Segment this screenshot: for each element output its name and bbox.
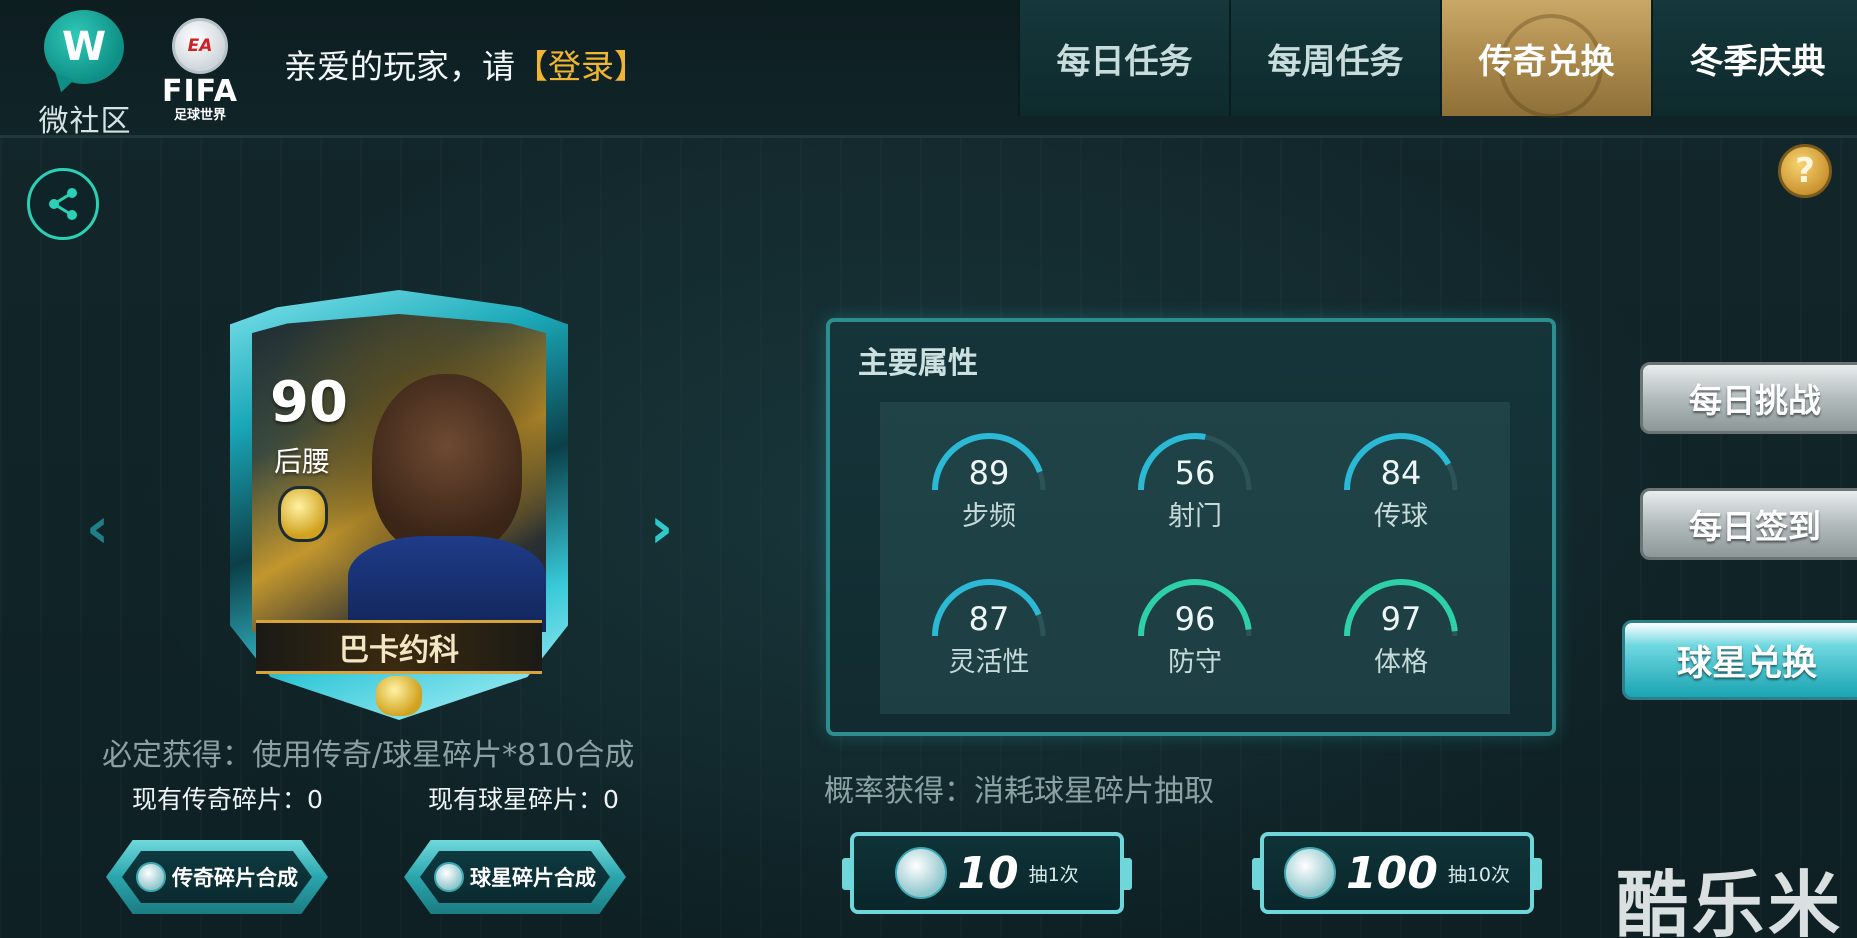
stat-shooting: 56 射门	[1120, 432, 1270, 542]
player-position: 后腰	[274, 445, 331, 478]
ea-sports-icon: EA	[172, 18, 228, 74]
stat-label: 灵活性	[948, 647, 1030, 678]
header-bar: W 微社区 EA FIFA 足球世界 亲爱的玩家，请【登录】 每日任务 每周任务…	[0, 0, 1857, 139]
legend-synthesize-button[interactable]: 传奇碎片合成	[106, 840, 328, 914]
share-icon	[49, 188, 77, 220]
club-badge-icon	[278, 486, 328, 542]
community-logo[interactable]: W 微社区	[30, 10, 140, 139]
probability-text: 概率获得：消耗球星碎片抽取	[824, 774, 1214, 809]
next-card-arrow-icon[interactable]: ›	[650, 496, 673, 561]
stat-defending: 96 防守	[1120, 578, 1270, 688]
player-name: 巴卡约科	[256, 620, 542, 674]
stat-label: 体格	[1374, 647, 1428, 678]
button-inner: 传奇碎片合成	[122, 851, 312, 903]
tab-weekly-tasks[interactable]: 每周任务	[1229, 0, 1440, 116]
tab-label: 每日任务	[1056, 41, 1193, 82]
stat-value: 84	[1380, 454, 1422, 492]
stat-passing: 84 传球	[1326, 432, 1476, 542]
login-link[interactable]: 【登录】	[515, 47, 647, 86]
tab-label: 每周任务	[1267, 41, 1404, 82]
stat-value: 87	[968, 600, 1010, 638]
share-button[interactable]	[27, 168, 99, 240]
watermark-logo: 酷乐米	[1616, 863, 1845, 938]
stat-label: 步频	[962, 501, 1016, 532]
stat-value: 89	[968, 454, 1010, 492]
attributes-title: 主要属性	[858, 346, 978, 381]
star-synthesize-button[interactable]: 球星碎片合成	[404, 840, 626, 914]
button-label: 传奇碎片合成	[172, 866, 298, 890]
stat-physical: 97 体格	[1326, 578, 1476, 688]
tab-label: 传奇兑换	[1478, 41, 1615, 82]
draw-cost: 10	[957, 847, 1019, 899]
stat-value: 96	[1174, 600, 1216, 638]
attributes-panel: 主要属性 89 步频 56 射门 84 传球 87 灵活性 96 防守 97 体…	[826, 318, 1556, 736]
main-tabs: 每日任务 每周任务 传奇兑换 冬季庆典	[1018, 0, 1857, 118]
daily-challenge-button[interactable]: 每日挑战	[1640, 362, 1857, 434]
fifa-title: FIFA	[162, 74, 238, 109]
star-exchange-button[interactable]: 球星兑换	[1622, 620, 1857, 700]
stat-value: 56	[1174, 454, 1216, 492]
legend-fragments-owned: 现有传奇碎片：0	[132, 785, 323, 814]
tab-label: 冬季庆典	[1689, 41, 1826, 82]
draw-once-button[interactable]: 10 抽1次	[842, 832, 1132, 914]
stat-label: 射门	[1168, 501, 1222, 532]
draw-times: 抽10次	[1447, 863, 1511, 886]
button-label: 球星碎片合成	[470, 866, 596, 890]
greeting: 亲爱的玩家，请【登录】	[284, 40, 647, 88]
star-fragment-icon	[1283, 847, 1336, 899]
star-fragment-icon	[895, 847, 948, 899]
tab-legend-exchange[interactable]: 传奇兑换	[1440, 0, 1651, 118]
help-icon[interactable]: ?	[1778, 144, 1832, 198]
community-label: 微社区	[38, 104, 132, 139]
community-icon: W	[44, 10, 124, 84]
fifa-logo: EA FIFA 足球世界	[160, 18, 240, 130]
tab-winter-festival[interactable]: 冬季庆典	[1651, 0, 1857, 116]
attributes-grid: 89 步频 56 射门 84 传球 87 灵活性 96 防守 97 体格	[880, 402, 1510, 714]
card-bottom-badge-icon	[376, 676, 422, 716]
draw-cost: 100	[1345, 847, 1438, 899]
tab-daily-tasks[interactable]: 每日任务	[1018, 0, 1229, 116]
stat-agility: 87 灵活性	[914, 578, 1064, 688]
stat-value: 97	[1380, 600, 1422, 638]
greeting-text: 亲爱的玩家，请	[284, 47, 515, 86]
fifa-subtitle: 足球世界	[173, 108, 226, 123]
button-inner: 球星碎片合成	[420, 851, 610, 903]
star-fragments-owned: 现有球星碎片：0	[428, 785, 619, 814]
prev-card-arrow-icon[interactable]: ‹	[86, 496, 109, 561]
fragment-ball-icon	[136, 862, 166, 892]
player-rating: 90	[270, 370, 348, 435]
stat-pace: 89 步频	[914, 432, 1064, 542]
stat-label: 防守	[1168, 647, 1222, 678]
player-portrait	[372, 374, 522, 554]
stat-label: 传球	[1374, 501, 1428, 532]
draw-ten-button[interactable]: 100 抽10次	[1252, 832, 1542, 914]
daily-signin-button[interactable]: 每日签到	[1640, 488, 1857, 560]
fragment-ball-icon	[434, 862, 464, 892]
player-card[interactable]: 90 后腰 巴卡约科	[230, 290, 568, 720]
draw-times: 抽1次	[1028, 863, 1079, 886]
guaranteed-text: 必定获得：使用传奇/球星碎片*810合成	[102, 738, 635, 773]
